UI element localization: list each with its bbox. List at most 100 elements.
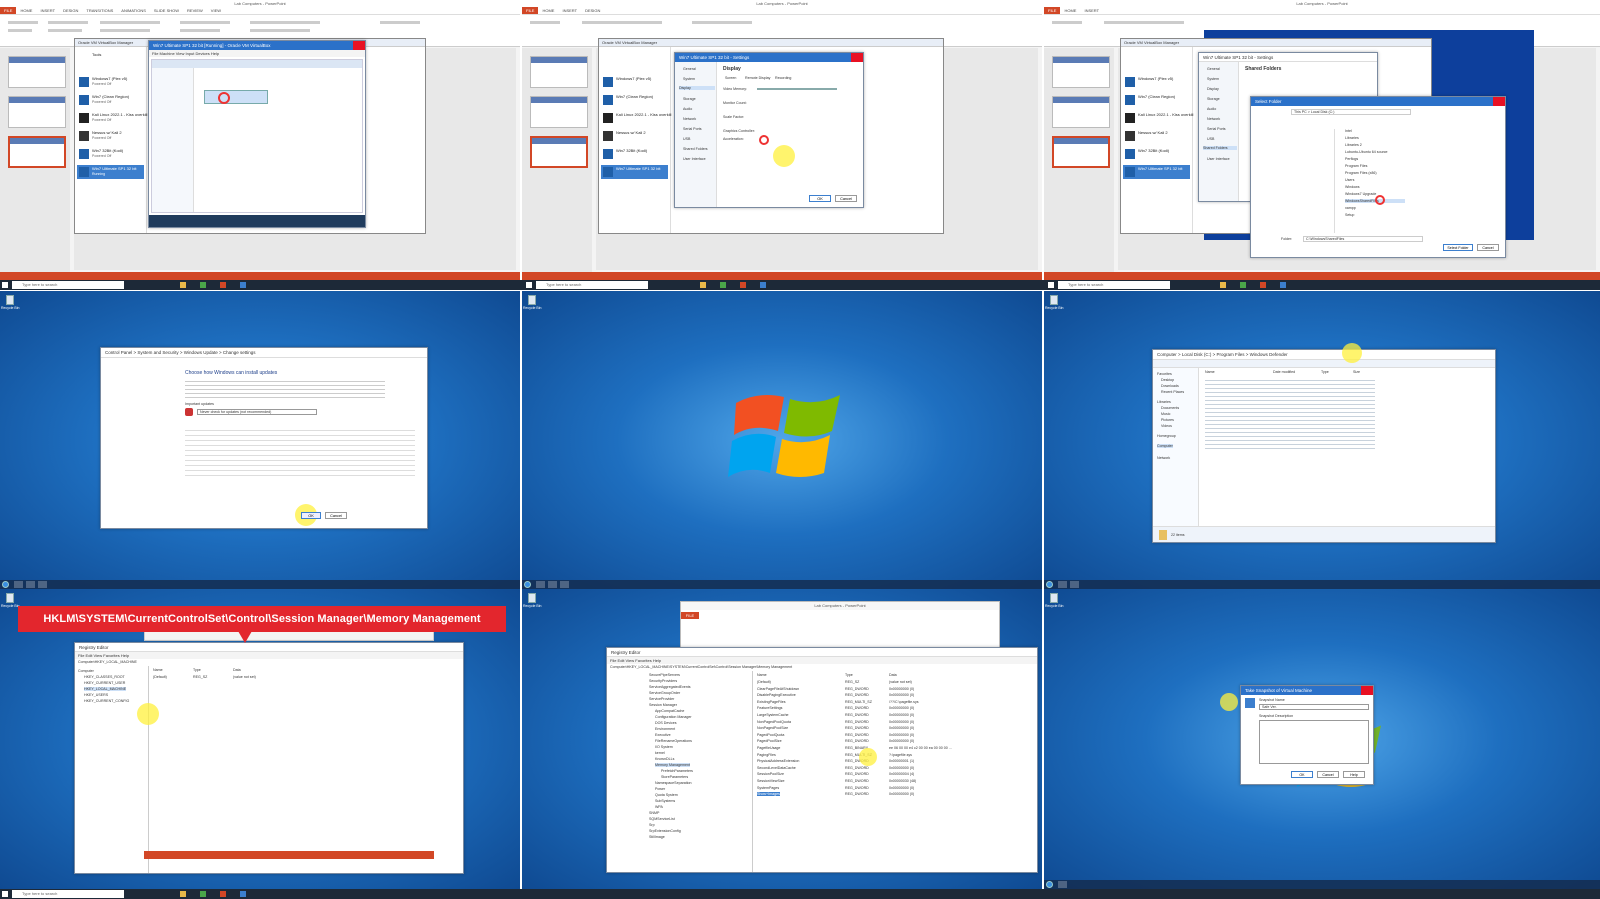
reg-col-name[interactable]: Name [757,673,767,677]
chrome-icon[interactable] [200,891,206,897]
cancel-button[interactable]: Cancel [325,512,347,519]
help-button[interactable]: Help [1343,771,1365,778]
reg-col-data[interactable]: Data [233,668,241,672]
folder-item[interactable]: Libraries [1345,136,1359,140]
slide-thumb[interactable] [8,56,66,88]
settings-nav-display[interactable]: Display [1207,87,1219,91]
settings-nav-audio[interactable]: Audio [683,107,692,111]
reg-col-type[interactable]: Type [193,668,201,672]
taskbar-app-icon[interactable] [548,581,557,588]
folder-item[interactable]: Windows7 Upgrade [1345,192,1376,196]
taskbar-search[interactable]: Type here to search [1058,281,1170,289]
vm-list-item[interactable]: Win7 32Bit (Kodi) [601,147,668,161]
taskbar-app-icon[interactable] [536,581,545,588]
vm-list-item[interactable]: Win7 32Bit (Kodi) [1123,147,1190,161]
ppt-tab-slideshow[interactable]: SLIDE SHOW [150,7,183,14]
ppt-tab-review[interactable]: REVIEW [183,7,207,14]
settings-nav-shared[interactable]: Shared Folders [683,147,708,151]
reg-value-name[interactable]: SessionPoolSize [757,772,784,776]
nav-favorites[interactable]: Favorites [1157,372,1172,376]
tree-hkcr[interactable]: HKEY_CLASSES_ROOT [84,675,125,679]
vm-list-tools[interactable]: Tools [77,51,144,65]
nav-downloads[interactable]: Downloads [1161,384,1179,388]
windows-start-icon[interactable] [1048,282,1054,288]
windows-start-icon[interactable] [526,282,532,288]
tree-computer[interactable]: Computer [78,669,94,673]
folder-item[interactable]: Perflogs [1345,157,1358,161]
vm-list-item[interactable]: Win7 (Clean Region) [1123,93,1190,107]
virtualbox-icon[interactable] [240,891,246,897]
nav-videos[interactable]: Videos [1161,424,1172,428]
vm-list-item[interactable]: Win7 32Bit (Kodi) Powered Off [77,147,144,161]
tree-node[interactable]: KnownDLLs [655,757,674,761]
settings-nav-network[interactable]: Network [683,117,696,121]
tree-node[interactable]: FileRenameOperations [655,739,692,743]
settings-nav-ui[interactable]: User Interface [683,157,706,161]
update-address-bar[interactable]: Control Panel > System and Security > Wi… [101,348,427,358]
reg-value-name[interactable]: PagefileUsage [757,746,780,750]
update-option-select[interactable]: Never check for updates (not recommended… [197,409,317,415]
select-folder-address[interactable]: This PC > Local Disk (C:) [1291,109,1411,115]
settings-nav-ui[interactable]: User Interface [1207,157,1230,161]
regedit-address[interactable]: Computer\HKEY_LOCAL_MACHINE [78,660,137,664]
reg-value-name[interactable]: NonPagedPoolQuota [757,720,791,724]
slide-thumb-selected[interactable] [1052,136,1110,168]
nav-documents[interactable]: Documents [1161,406,1179,410]
tree-node[interactable]: SecurePipeServers [649,673,680,677]
nav-computer[interactable]: Computer [1157,444,1173,448]
settings-nav-network[interactable]: Network [1207,117,1220,121]
vm-list-item-selected[interactable]: Win7 Ultimate SP1 32 bit [601,165,668,179]
folder-item[interactable]: Windows [1345,185,1360,189]
file-list[interactable] [1205,377,1375,449]
tree-hkcu[interactable]: HKEY_CURRENT_USER [84,681,125,685]
recycle-bin-icon[interactable]: Recycle Bin [1,295,19,311]
tree-node[interactable]: AppCompatCache [655,709,684,713]
settings-nav-usb[interactable]: USB [683,137,690,141]
slide-thumb[interactable] [1052,56,1110,88]
nav-music[interactable]: Music [1161,412,1170,416]
settings-nav-usb[interactable]: USB [1207,137,1214,141]
ppt-tab-insert[interactable]: INSERT [558,7,581,14]
recycle-bin-icon[interactable]: Recycle Bin [1045,593,1063,609]
folder-item[interactable]: Lubuntu-Ubuntu 64 source [1345,150,1388,154]
explorer-icon[interactable] [700,282,706,288]
tree-node[interactable]: PrefetchParameters [661,769,693,773]
folder-item[interactable]: Libraries 2 [1345,143,1362,147]
explorer-icon[interactable] [1220,282,1226,288]
reg-value-name[interactable]: PagingFiles [757,753,776,757]
ppt-tab-animations[interactable]: ANIMATIONS [117,7,150,14]
folder-input[interactable]: C:\WindowsSharedFiles [1303,236,1423,242]
nav-pictures[interactable]: Pictures [1161,418,1174,422]
vm-list-item[interactable]: Windows7 (Plex v5) [1123,75,1190,89]
ppt-tab-design[interactable]: DESIGN [581,7,604,14]
powerpoint-icon[interactable] [740,282,746,288]
chrome-icon[interactable] [720,282,726,288]
tree-node[interactable]: Executive [655,733,671,737]
taskbar-search[interactable]: Type here to search [536,281,648,289]
settings-nav-storage[interactable]: Storage [1207,97,1220,101]
recycle-bin-icon[interactable]: Recycle Bin [1045,295,1063,311]
settings-nav-system[interactable]: System [683,77,695,81]
guest-address-bar[interactable] [152,60,362,68]
tree-node[interactable]: ServiceGroupOrder [649,691,680,695]
col-type[interactable]: Type [1321,370,1329,374]
vm-list-item[interactable]: Nessus w/ Kali 2 [601,129,668,143]
slide-thumb[interactable] [530,96,588,128]
start-orb-icon[interactable] [2,581,9,588]
tree-hkcc[interactable]: HKEY_CURRENT_CONFIG [84,699,129,703]
close-icon[interactable] [1493,97,1505,106]
taskbar-app-icon[interactable] [1058,581,1067,588]
folder-item[interactable]: Setup [1345,213,1354,217]
folder-item[interactable]: xampp [1345,206,1356,210]
start-orb-icon[interactable] [524,581,531,588]
vm-list-item[interactable]: Windows7 (Plex v5) [601,75,668,89]
start-orb-icon[interactable] [1046,581,1053,588]
folder-item[interactable]: Users [1345,178,1354,182]
reg-value-name[interactable]: (Default) [757,680,771,684]
tree-node[interactable]: NamespaceSeparation [655,781,692,785]
start-orb-icon[interactable] [1046,881,1053,888]
tree-node[interactable]: ServiceAggregatedEvents [649,685,691,689]
snapshot-name-input[interactable]: Safe Ver. [1259,704,1369,710]
virtualbox-icon[interactable] [760,282,766,288]
settings-nav-serial[interactable]: Serial Ports [683,127,702,131]
